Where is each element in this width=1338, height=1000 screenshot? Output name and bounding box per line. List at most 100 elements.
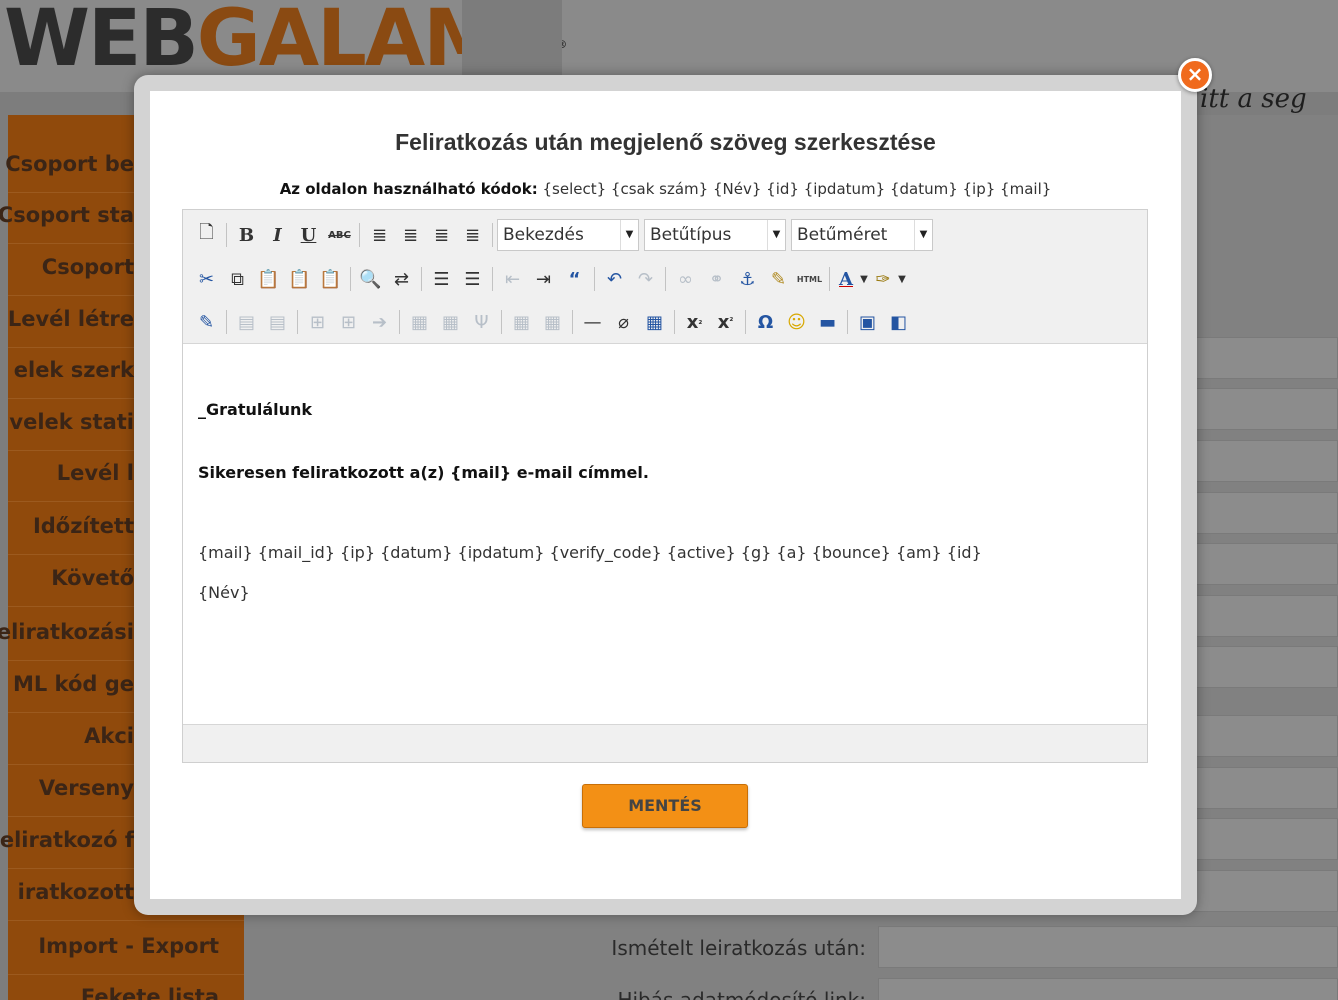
find-icon[interactable]: 🔍: [355, 264, 386, 294]
sidebar-item[interactable]: elek szerk: [0, 358, 134, 382]
sidebar-item[interactable]: ML kód ge: [0, 672, 134, 696]
sidebar-item[interactable]: Levél l: [0, 461, 134, 485]
toolbar-separator: [359, 223, 360, 247]
underline-button[interactable]: U: [293, 220, 324, 250]
blockquote-icon[interactable]: “: [559, 264, 590, 294]
redo-icon[interactable]: ↷: [630, 264, 661, 294]
cell-props-icon[interactable]: ▦: [404, 307, 435, 337]
anchor-icon[interactable]: ⚓: [732, 264, 763, 294]
sidebar-item[interactable]: Verseny: [0, 776, 134, 800]
paste-icon[interactable]: 📋: [253, 264, 284, 294]
cut-icon[interactable]: ✂: [191, 264, 222, 294]
italic-button[interactable]: I: [262, 220, 293, 250]
format-select[interactable]: Bekezdés ▼: [497, 219, 639, 251]
save-button[interactable]: MENTÉS: [582, 784, 748, 828]
fullscreen-icon[interactable]: ▣: [852, 307, 883, 337]
strikethrough-button[interactable]: ABC: [324, 220, 355, 250]
horizontal-rule-icon[interactable]: —: [577, 307, 608, 337]
eraser-icon[interactable]: ⌀: [608, 307, 639, 337]
toolbar-separator: [492, 223, 493, 247]
toolbar-separator: [745, 310, 746, 334]
sidebar-item[interactable]: Csoport: [0, 255, 134, 279]
align-right-icon[interactable]: ≣: [426, 220, 457, 250]
html-source-button[interactable]: HTML: [794, 264, 825, 294]
toolbar-separator: [594, 267, 595, 291]
available-codes-line: Az oldalon használható kódok: {select} {…: [150, 180, 1181, 198]
toolbar-separator: [665, 267, 666, 291]
font-size-select[interactable]: Betűméret ▼: [791, 219, 933, 251]
unlink-icon[interactable]: ⚭: [701, 264, 732, 294]
new-document-icon[interactable]: 🗋: [191, 220, 222, 250]
dialog-body: Feliratkozás után megjelenő szöveg szerk…: [150, 91, 1181, 899]
insert-row-icon[interactable]: ▤: [231, 307, 262, 337]
content-name-code: {Név}: [198, 583, 250, 602]
paste-text-icon[interactable]: 📋: [284, 264, 315, 294]
chevron-down-icon: ▼: [620, 220, 638, 250]
sidebar-item[interactable]: velek stati: [0, 410, 134, 434]
bad-link-field[interactable]: [878, 978, 1338, 1000]
sidebar-item[interactable]: Követő: [0, 566, 134, 590]
chevron-down-icon[interactable]: ▼: [858, 264, 870, 294]
superscript-label: x: [717, 311, 730, 333]
editor-content-area[interactable]: _Gratulálunk Sikeresen feliratkozott a(z…: [183, 343, 1147, 725]
table-delete-icon[interactable]: ▦: [537, 307, 568, 337]
content-codes-line: {mail} {mail_id} {ip} {datum} {ipdatum} …: [198, 543, 982, 562]
delete-row-icon[interactable]: ▤: [262, 307, 293, 337]
media-icon[interactable]: ▬: [812, 307, 843, 337]
superscript-button[interactable]: x²: [710, 307, 741, 337]
cleanup-icon[interactable]: ✎: [763, 264, 794, 294]
sidebar-item[interactable]: Import - Export: [0, 934, 219, 958]
font-family-select-value: Betűtípus: [650, 225, 732, 245]
font-color-button[interactable]: A: [834, 264, 858, 294]
link-icon[interactable]: ∞: [670, 264, 701, 294]
bulleted-list-icon[interactable]: ☰: [426, 264, 457, 294]
close-button[interactable]: ×: [1178, 58, 1212, 92]
sidebar-item[interactable]: Levél létre: [0, 307, 134, 331]
smiley-icon[interactable]: ☺: [781, 307, 812, 337]
table-props-icon[interactable]: ▦: [506, 307, 537, 337]
logo-text-web: WEB: [4, 0, 199, 84]
toolbar-separator: [829, 267, 830, 291]
chevron-down-icon[interactable]: ▼: [896, 264, 908, 294]
column-props-icon[interactable]: Ψ: [466, 307, 497, 337]
sidebar-item[interactable]: eliratkozási: [0, 620, 134, 644]
font-family-select[interactable]: Betűtípus ▼: [644, 219, 786, 251]
insert-table-icon[interactable]: ▦: [639, 307, 670, 337]
sidebar-item[interactable]: Fekete lista: [0, 985, 219, 1000]
paste-word-icon[interactable]: 📋: [315, 264, 346, 294]
template-icon[interactable]: ◧: [883, 307, 914, 337]
toolbar-separator: [350, 267, 351, 291]
align-center-icon[interactable]: ≣: [395, 220, 426, 250]
replace-icon[interactable]: ⇄: [386, 264, 417, 294]
special-character-button[interactable]: Ω: [750, 307, 781, 337]
table-split-icon[interactable]: ⊞: [302, 307, 333, 337]
align-justify-icon[interactable]: ≣: [457, 220, 488, 250]
available-codes-label: Az oldalon használható kódok:: [279, 180, 538, 198]
undo-icon[interactable]: ↶: [599, 264, 630, 294]
subscript-button[interactable]: x₂: [679, 307, 710, 337]
highlight-color-icon[interactable]: ✑: [870, 264, 896, 294]
sidebar-item[interactable]: Csoport sta: [0, 203, 134, 227]
sidebar-item[interactable]: eliratkozó f: [0, 828, 134, 852]
toolbar-separator: [297, 310, 298, 334]
toolbar-separator: [226, 223, 227, 247]
outdent-icon[interactable]: ⇤: [497, 264, 528, 294]
toolbar-row-2: ✂ ⧉ 📋 📋 📋 🔍 ⇄ ☰ ☰ ⇤ ⇥ “ ↶ ↷ ∞ ⚭ ⚓ ✎ HTML…: [191, 260, 908, 298]
repeat-unsubscribe-field[interactable]: [878, 926, 1338, 968]
dialog-title: Feliratkozás után megjelenő szöveg szerk…: [395, 129, 936, 155]
subscript-label: x: [686, 311, 699, 333]
sidebar-item[interactable]: Akci: [0, 724, 134, 748]
align-left-icon[interactable]: ≣: [364, 220, 395, 250]
numbered-list-icon[interactable]: ☰: [457, 264, 488, 294]
bold-button[interactable]: B: [231, 220, 262, 250]
row-props-icon[interactable]: ▦: [435, 307, 466, 337]
table-arrow-icon[interactable]: ➔: [364, 307, 395, 337]
sidebar-item[interactable]: Csoport be: [0, 152, 134, 176]
toolbar-separator: [501, 310, 502, 334]
indent-icon[interactable]: ⇥: [528, 264, 559, 294]
sidebar-item[interactable]: iratkozott: [0, 880, 134, 904]
edit-style-icon[interactable]: ✎: [191, 307, 222, 337]
sidebar-item[interactable]: Időzített: [0, 514, 134, 538]
copy-icon[interactable]: ⧉: [222, 264, 253, 294]
table-merge-icon[interactable]: ⊞: [333, 307, 364, 337]
